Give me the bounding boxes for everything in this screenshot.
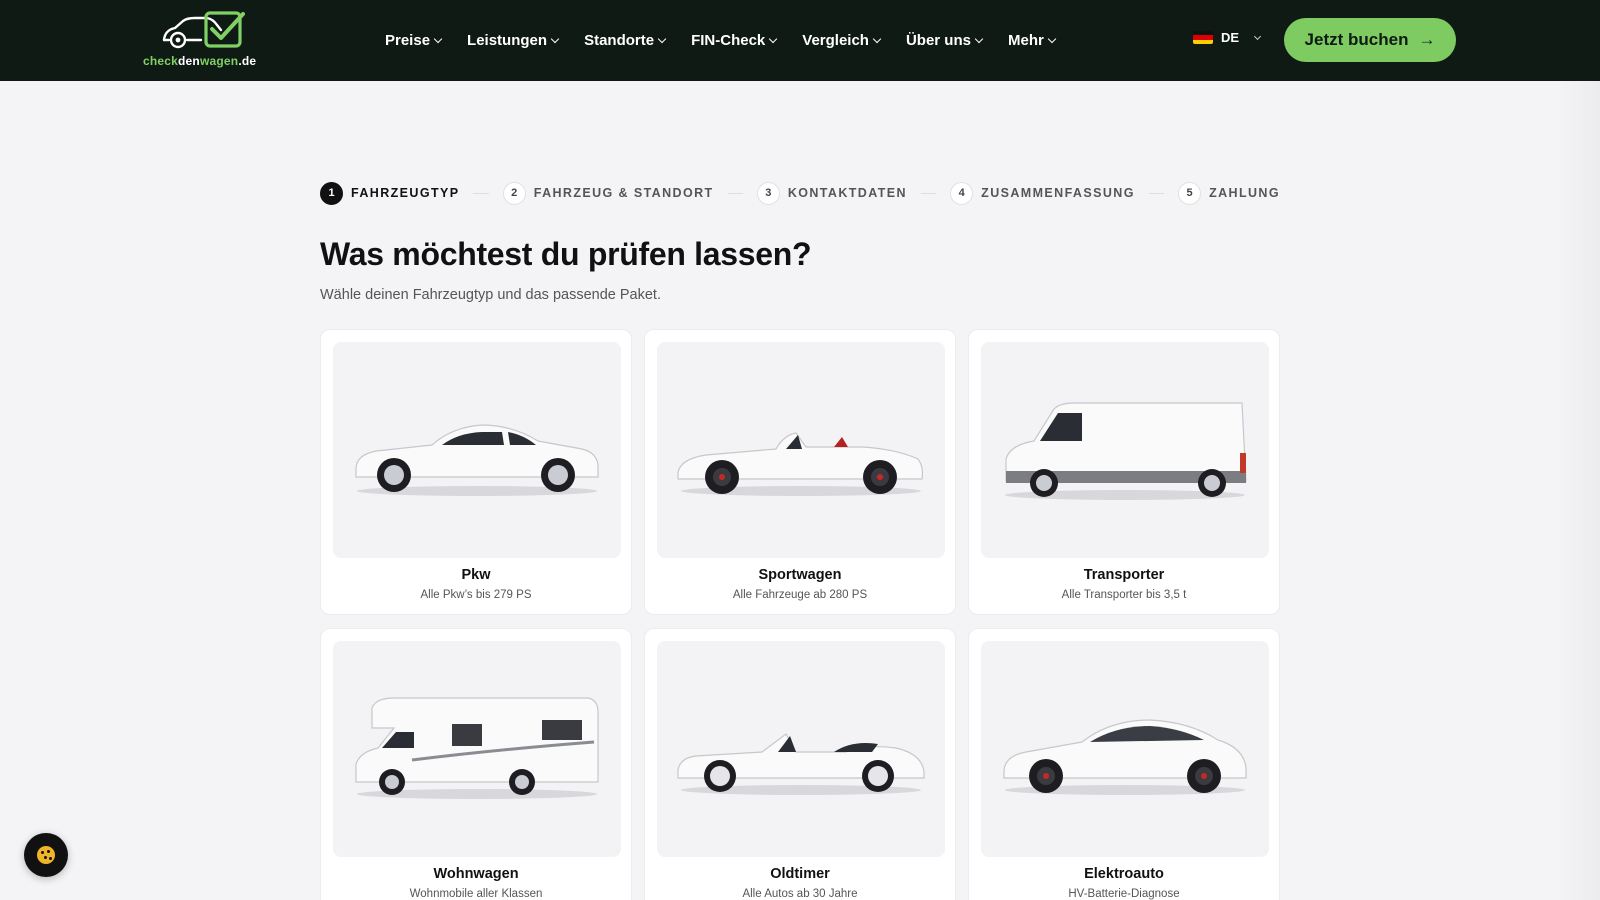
step-vehicle-type[interactable]: 1 FAHRZEUGTYP [320,181,460,205]
step-payment[interactable]: 5 ZAHLUNG [1178,181,1280,205]
nav-item-preise[interactable]: Preise [385,32,443,49]
step-label: FAHRZEUG & STANDORT [533,186,714,200]
vehicle-image-box [981,641,1269,857]
vehicle-name: Oldtimer [770,866,830,882]
cookie-settings-button[interactable] [24,833,68,877]
cookie-icon [37,846,55,864]
step-number: 4 [950,181,974,205]
vehicle-description: Alle Transporter bis 3,5 t [1061,589,1187,601]
vehicle-type-grid: Pkw Alle Pkw’s bis 279 PS Sportwagen All… [320,329,1282,900]
step-connector [1148,192,1165,194]
vehicle-name: Pkw [461,567,491,583]
step-connector [473,192,489,194]
nav-item-mehr[interactable]: Mehr [1008,32,1057,49]
step-number: 1 [320,181,343,205]
nav-item-vergleich[interactable]: Vergleich [802,32,882,49]
step-vehicle-location[interactable]: 2 FAHRZEUG & STANDORT [502,181,714,205]
vehicle-name: Transporter [1083,567,1165,583]
vehicle-image-box [981,342,1269,558]
nav-item-standorte[interactable]: Standorte [584,32,667,49]
vehicle-card-elektroauto[interactable]: Elektroauto HV-Batterie-Diagnose [968,628,1280,900]
right-edge-shade [1555,81,1600,900]
vehicle-description: Alle Fahrzeuge ab 280 PS [732,589,868,601]
page-subtitle: Wähle deinen Fahrzeugtyp und das passend… [320,287,661,303]
chevron-down-icon [769,34,778,44]
book-now-label: Jetzt buchen [1304,30,1409,49]
step-number: 3 [756,181,780,205]
booking-stepper: 1 FAHRZEUGTYP 2 FAHRZEUG & STANDORT 3 KO… [320,181,1280,205]
step-contact-data[interactable]: 3 KONTAKTDATEN [756,181,907,205]
chevron-down-icon [974,34,984,44]
car-check-logo-icon [162,11,245,49]
step-connector [920,192,937,194]
chevron-down-icon [1047,34,1057,44]
vehicle-image-box [657,641,945,857]
step-label: FAHRZEUGTYP [351,186,460,200]
book-now-button[interactable]: Jetzt buchen → [1284,18,1456,62]
step-number: 2 [502,181,526,205]
chevron-down-icon [872,34,882,44]
main-nav: Preise Leistungen Standorte FIN-Check Ve… [385,0,1057,81]
german-flag-icon [1193,31,1213,44]
electric-car-image [1003,719,1247,795]
top-navbar: checkdenwagen.de Preise Leistungen Stand… [0,0,1600,81]
nav-item-ueber-uns[interactable]: Über uns [906,32,984,49]
chevron-down-icon [433,34,443,44]
vehicle-card-oldtimer[interactable]: Oldtimer Alle Autos ab 30 Jahre [644,628,956,900]
vehicle-description: Alle Pkw’s bis 279 PS [420,589,532,601]
nav-item-fin-check[interactable]: FIN-Check [691,32,778,49]
vehicle-image-box [333,641,621,857]
vehicle-card-pkw[interactable]: Pkw Alle Pkw’s bis 279 PS [320,329,632,615]
vehicle-description: HV-Batterie-Diagnose [1068,888,1180,900]
logo-wordmark: checkdenwagen.de [143,54,257,68]
vehicle-image-box [333,342,621,558]
nav-item-leistungen[interactable]: Leistungen [467,32,560,49]
site-logo[interactable]: checkdenwagen.de [143,10,273,70]
classic-car-image [677,733,925,795]
step-connector [727,192,743,194]
vehicle-name: Sportwagen [758,567,842,583]
sedan-image [355,424,599,496]
vehicle-card-wohnwagen[interactable]: Wohnwagen Wohnmobile aller Klassen [320,628,632,900]
step-number: 5 [1178,181,1202,205]
page-title: Was möchtest du prüfen lassen? [320,236,812,272]
vehicle-name: Elektroauto [1084,866,1164,882]
step-label: ZAHLUNG [1209,186,1280,200]
vehicle-card-sportwagen[interactable]: Sportwagen Alle Fahrzeuge ab 280 PS [644,329,956,615]
chevron-down-icon [657,34,667,44]
step-summary[interactable]: 4 ZUSAMMENFASSUNG [950,181,1135,205]
step-label: KONTAKTDATEN [787,186,907,200]
van-image [1005,402,1247,500]
motorhome-image [355,697,599,799]
vehicle-description: Wohnmobile aller Klassen [409,888,543,900]
vehicle-description: Alle Autos ab 30 Jahre [742,888,858,900]
language-code: DE [1221,30,1240,45]
roadster-image [677,432,924,496]
vehicle-image-box [657,342,945,558]
language-selector[interactable]: DE [1193,30,1262,45]
vehicle-name: Wohnwagen [433,866,519,882]
chevron-down-icon [1254,32,1262,40]
arrow-right-icon: → [1418,30,1436,49]
chevron-down-icon [550,34,560,44]
vehicle-card-transporter[interactable]: Transporter Alle Transporter bis 3,5 t [968,329,1280,615]
step-label: ZUSAMMENFASSUNG [981,186,1135,200]
